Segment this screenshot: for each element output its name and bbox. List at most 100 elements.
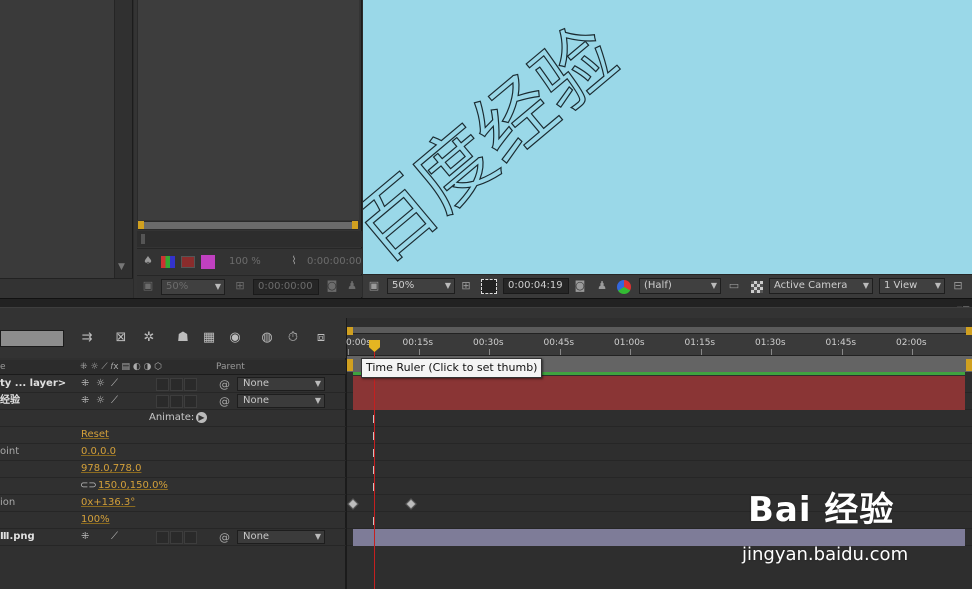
parent-dropdown[interactable]: None ▼ — [237, 377, 325, 391]
composition-icon[interactable]: ⊠ — [112, 329, 130, 347]
grid-icon[interactable]: ⊟ — [951, 279, 965, 293]
transparency-grid-icon[interactable] — [481, 279, 497, 294]
color-channels-icon[interactable] — [617, 280, 631, 294]
layer-name[interactable]: ty ... layer> — [0, 376, 66, 392]
channel-icon[interactable] — [161, 256, 175, 268]
panel-divider[interactable] — [0, 298, 972, 307]
camera-icon[interactable]: ◙ — [325, 279, 339, 293]
layer-row[interactable]: Ⅲ.png ⁜ ⟋ @ None ▼ — [0, 529, 346, 546]
parent-dropdown[interactable]: None ▼ — [237, 394, 325, 408]
work-area-end[interactable] — [966, 327, 972, 335]
camera-icon[interactable]: ◙ — [573, 279, 587, 293]
navigator-start[interactable] — [347, 359, 353, 371]
graph-editor-icon[interactable]: ⧈ — [312, 329, 330, 347]
switch-box[interactable] — [156, 378, 169, 391]
region-icon[interactable]: ⊞ — [459, 279, 473, 293]
layer-bar[interactable] — [353, 376, 965, 393]
walk-icon[interactable]: ♠ — [141, 254, 155, 268]
parent-value: None — [243, 531, 270, 542]
layer-name[interactable]: Ⅲ.png — [0, 529, 35, 545]
switch-box[interactable] — [184, 531, 197, 544]
shy-switch-icon[interactable]: ⁜ — [81, 530, 89, 544]
camera-label: Active Camera — [774, 280, 848, 291]
jump-icon[interactable]: ⌇ — [287, 254, 301, 268]
layer-row[interactable]: ty ... layer> ⁜ ☼ ⟋ @ None ▼ — [0, 376, 346, 393]
project-scrollbar[interactable] — [114, 0, 132, 278]
timeline-search-input[interactable] — [0, 330, 64, 347]
animate-row: Animate: ▶ — [0, 410, 346, 427]
quality-line-icon[interactable]: ⟋ — [111, 394, 118, 408]
layer-name[interactable]: 经验 — [0, 393, 20, 409]
chevron-down-icon: ▼ — [934, 281, 941, 290]
ruler-label: 00:45s — [543, 338, 575, 348]
shy-layers-icon[interactable]: ☗ — [174, 329, 192, 347]
track — [347, 393, 972, 410]
brainstorm-icon[interactable]: ◍ — [258, 329, 276, 347]
switch-box[interactable] — [170, 531, 183, 544]
work-area-bar[interactable] — [347, 327, 972, 335]
in-point-marker[interactable] — [138, 221, 144, 229]
property-row: ion 0x+136.3° — [0, 495, 346, 512]
quality-switch-icon[interactable]: ☼ — [96, 377, 105, 391]
frame-blending-icon[interactable]: ▦ — [200, 329, 218, 347]
person-icon[interactable]: ♟ — [345, 279, 359, 293]
monitor-icon[interactable]: ▣ — [367, 279, 381, 293]
comp-zoom-dropdown[interactable]: 50% ▼ — [387, 278, 455, 294]
switch-box[interactable] — [170, 378, 183, 391]
switch-box[interactable] — [170, 395, 183, 408]
motion-blur-icon[interactable]: ◉ — [226, 329, 244, 347]
parent-column-header[interactable]: Parent — [216, 360, 245, 374]
auto-keyframe-icon[interactable]: ⏱ — [284, 329, 302, 347]
resolution-dropdown[interactable]: (Half) ▼ — [639, 278, 721, 294]
anchor-point-value[interactable]: 0.0,0.0 — [81, 444, 116, 460]
layer-bar[interactable] — [353, 393, 965, 410]
parent-dropdown[interactable]: None ▼ — [237, 530, 325, 544]
monitor-icon[interactable]: ▣ — [141, 279, 155, 293]
layer-row[interactable]: 经验 ⁜ ☼ ⟋ @ None ▼ — [0, 393, 346, 410]
out-point-marker[interactable] — [352, 221, 358, 229]
color-swatch-icon[interactable] — [201, 255, 215, 269]
footage-controls: ♠ 100 % ⌇ 0:00:00:00 — [137, 248, 362, 274]
quality-switch-icon[interactable]: ☼ — [96, 394, 105, 408]
camera-dropdown[interactable]: Active Camera ▼ — [769, 278, 873, 294]
draft-3d-icon[interactable]: ✲ — [140, 329, 158, 347]
transparency-icon[interactable] — [181, 256, 195, 268]
mini-flowchart-icon[interactable]: ⇉ — [78, 329, 96, 347]
animate-play-icon[interactable]: ▶ — [196, 412, 207, 423]
composition-viewer[interactable]: 百度经验 — [363, 0, 972, 274]
quality-line-icon[interactable]: ⟋ — [111, 377, 118, 391]
name-column-header[interactable]: e — [0, 360, 6, 374]
footage-timecode-box[interactable]: 0:00:00:00 — [253, 279, 319, 295]
scroll-down-arrow-icon[interactable]: ▼ — [118, 262, 125, 272]
switch-box[interactable] — [156, 531, 169, 544]
navigator-end[interactable] — [966, 359, 972, 371]
position-value[interactable]: 978.0,778.0 — [81, 461, 141, 477]
shy-switch-icon[interactable]: ⁜ — [81, 394, 89, 408]
quality-line-icon[interactable]: ⟋ — [111, 530, 118, 544]
pick-whip-icon[interactable]: @ — [219, 394, 230, 410]
scale-value[interactable]: 150.0,150.0% — [98, 478, 168, 494]
comp-timecode[interactable]: 0:00:04:19 — [503, 278, 569, 294]
footage-timecode[interactable]: 0:00:00:00 — [307, 256, 362, 267]
switch-box[interactable] — [156, 395, 169, 408]
reset-link[interactable]: Reset — [81, 427, 109, 443]
work-area-start[interactable] — [347, 327, 353, 335]
person-icon[interactable]: ♟ — [595, 279, 609, 293]
region-icon[interactable]: ⊞ — [233, 279, 247, 293]
checkerboard-icon[interactable] — [751, 281, 763, 293]
shy-switch-icon[interactable]: ⁜ — [81, 377, 89, 391]
switch-box[interactable] — [184, 378, 197, 391]
constrain-link-icon[interactable]: ⊂⊃ — [80, 478, 97, 494]
comp-zoom-label: 50% — [392, 280, 415, 291]
footage-zoom-dropdown[interactable]: 50% ▼ — [161, 279, 225, 295]
pick-whip-icon[interactable]: @ — [219, 377, 230, 393]
opacity-value[interactable]: 100% — [81, 512, 110, 528]
region-of-interest-icon[interactable]: ▭ — [727, 279, 741, 293]
switch-box[interactable] — [184, 395, 197, 408]
view-layout-dropdown[interactable]: 1 View ▼ — [879, 278, 945, 294]
pick-whip-icon[interactable]: @ — [219, 530, 230, 546]
animate-label[interactable]: Animate: — [149, 410, 194, 426]
rotation-value[interactable]: 0x+136.3° — [81, 495, 135, 511]
ruler-label: 01:45s — [825, 338, 857, 348]
footage-time-bar[interactable] — [138, 221, 358, 230]
